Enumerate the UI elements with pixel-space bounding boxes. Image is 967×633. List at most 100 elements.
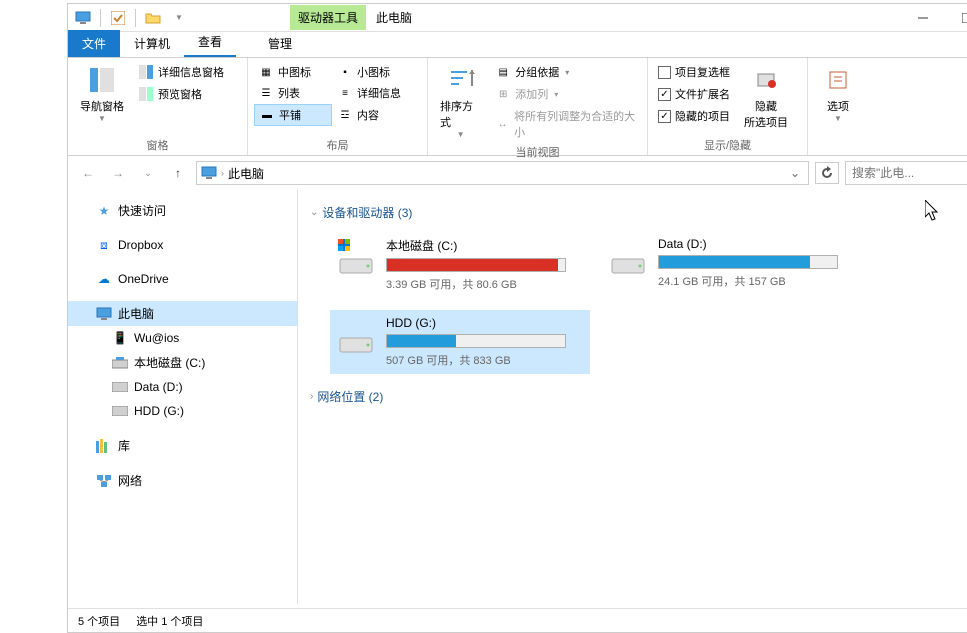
show-hide-group-label: 显示/隐藏 bbox=[654, 135, 801, 155]
medium-icons-icon: ▦ bbox=[258, 64, 274, 80]
drive-tile[interactable]: 本地磁盘 (C:) 3.39 GB 可用，共 80.6 GB bbox=[330, 231, 590, 298]
tab-file[interactable]: 文件 bbox=[68, 30, 120, 57]
hide-label: 隐藏隐藏所选项目所选项目 bbox=[744, 98, 788, 130]
drive-status: 3.39 GB 可用，共 80.6 GB bbox=[386, 276, 584, 292]
sidebar-dropbox[interactable]: ⧈Dropbox bbox=[68, 233, 297, 257]
sidebar-quick-access[interactable]: ★快速访问 bbox=[68, 198, 297, 223]
hidden-items-toggle[interactable]: ✓隐藏的项目 bbox=[654, 106, 734, 126]
search-field[interactable] bbox=[852, 166, 967, 180]
chevron-right-icon: › bbox=[310, 391, 313, 402]
details-icon: ≡ bbox=[337, 85, 353, 101]
network-section-label: 网络位置 (2) bbox=[317, 388, 383, 405]
options-icon bbox=[822, 64, 854, 96]
back-button[interactable]: ← bbox=[76, 161, 100, 185]
checkbox-icon bbox=[658, 66, 671, 79]
sidebar-data-d[interactable]: Data (D:) bbox=[68, 375, 297, 399]
detail-pane-icon bbox=[138, 64, 154, 80]
drive-icon bbox=[336, 237, 376, 277]
folder-qat-icon[interactable] bbox=[142, 7, 164, 29]
refresh-button[interactable] bbox=[815, 162, 839, 184]
content-area[interactable]: ⌄ 设备和驱动器 (3) 本地磁盘 (C:) 3.39 GB 可用，共 80.6… bbox=[298, 190, 967, 604]
add-columns-button[interactable]: ⊞添加列▾ bbox=[491, 84, 641, 104]
detail-pane-button[interactable]: 详细信息窗格 bbox=[134, 62, 228, 82]
file-extensions-toggle[interactable]: ✓文件扩展名 bbox=[654, 84, 734, 104]
forward-button[interactable]: → bbox=[106, 161, 130, 185]
sort-icon bbox=[445, 64, 477, 96]
drive-status: 507 GB 可用，共 833 GB bbox=[386, 352, 584, 368]
devices-section-header[interactable]: ⌄ 设备和驱动器 (3) bbox=[310, 200, 967, 225]
navigation-pane[interactable]: ★快速访问 ⧈Dropbox ☁OneDrive 此电脑 📱Wu@ios 本地磁… bbox=[68, 190, 298, 604]
pc-icon bbox=[201, 165, 217, 181]
network-section-header[interactable]: › 网络位置 (2) bbox=[310, 384, 967, 409]
breadcrumb-path[interactable]: 此电脑 bbox=[228, 165, 264, 182]
small-icons-icon: ▪ bbox=[337, 64, 353, 80]
drive-tile[interactable]: HDD (G:) 507 GB 可用，共 833 GB bbox=[330, 310, 590, 374]
sort-label: 排序方式 bbox=[440, 98, 481, 130]
sidebar-this-pc[interactable]: 此电脑 bbox=[68, 301, 297, 326]
sidebar-network[interactable]: 网络 bbox=[68, 468, 297, 493]
sort-button[interactable]: 排序方式 ▼ bbox=[434, 62, 487, 142]
layout-group-label: 布局 bbox=[254, 135, 421, 155]
breadcrumb-dropdown-icon[interactable]: ⌄ bbox=[786, 166, 804, 180]
sidebar-wu-ios[interactable]: 📱Wu@ios bbox=[68, 326, 297, 350]
onedrive-icon: ☁ bbox=[96, 271, 112, 287]
options-button[interactable]: 选项 ▼ bbox=[816, 62, 860, 139]
drive-usage-bar bbox=[386, 258, 566, 272]
drive-icon bbox=[112, 355, 128, 371]
tiles-icon: ▬ bbox=[259, 107, 275, 123]
chevron-down-icon: ⌄ bbox=[310, 207, 318, 218]
preview-pane-button[interactable]: 预览窗格 bbox=[134, 84, 228, 104]
content-icon: ☲ bbox=[337, 107, 353, 123]
maximize-button[interactable] bbox=[945, 4, 967, 32]
drive-name: HDD (G:) bbox=[386, 316, 584, 330]
tab-manage[interactable]: 管理 bbox=[254, 30, 306, 57]
status-selected-count: 选中 1 个项目 bbox=[136, 613, 203, 629]
checkbox-qat-icon[interactable] bbox=[107, 7, 129, 29]
drive-icon bbox=[336, 316, 376, 356]
layout-small-icons[interactable]: ▪小图标 bbox=[333, 62, 411, 82]
nav-pane-icon bbox=[86, 64, 118, 96]
sidebar-local-disk-c[interactable]: 本地磁盘 (C:) bbox=[68, 350, 297, 375]
devices-section-label: 设备和驱动器 (3) bbox=[322, 204, 412, 221]
drive-name: 本地磁盘 (C:) bbox=[386, 237, 584, 254]
drive-icon bbox=[608, 237, 648, 277]
device-icon: 📱 bbox=[112, 330, 128, 346]
pc-icon[interactable] bbox=[72, 7, 94, 29]
preview-pane-label: 预览窗格 bbox=[158, 86, 202, 102]
drive-tile[interactable]: Data (D:) 24.1 GB 可用，共 157 GB bbox=[602, 231, 862, 298]
tab-computer[interactable]: 计算机 bbox=[120, 30, 184, 57]
search-input[interactable]: 🔍 bbox=[845, 161, 967, 185]
layout-medium-icons[interactable]: ▦中图标 bbox=[254, 62, 332, 82]
sidebar-onedrive[interactable]: ☁OneDrive bbox=[68, 267, 297, 291]
star-icon: ★ bbox=[96, 203, 112, 219]
tab-view[interactable]: 查看 bbox=[184, 28, 236, 57]
network-icon bbox=[96, 473, 112, 489]
list-icon: ☰ bbox=[258, 85, 274, 101]
sidebar-hdd-g[interactable]: HDD (G:) bbox=[68, 399, 297, 423]
breadcrumb[interactable]: › 此电脑 ⌄ bbox=[196, 161, 809, 185]
item-checkboxes-toggle[interactable]: 项目复选框 bbox=[654, 62, 734, 82]
minimize-button[interactable] bbox=[901, 4, 945, 32]
current-view-group-label: 当前视图 bbox=[434, 142, 641, 162]
hide-selected-button[interactable]: 隐藏隐藏所选项目所选项目 bbox=[738, 62, 794, 135]
up-button[interactable]: ↑ bbox=[166, 161, 190, 185]
group-by-button[interactable]: ▤分组依据▾ bbox=[491, 62, 641, 82]
layout-tiles[interactable]: ▬平铺 bbox=[254, 104, 332, 126]
group-by-icon: ▤ bbox=[495, 64, 511, 80]
layout-list[interactable]: ☰列表 bbox=[254, 83, 332, 103]
layout-details[interactable]: ≡详细信息 bbox=[333, 83, 411, 103]
nav-pane-button[interactable]: 导航窗格 ▼ bbox=[74, 62, 130, 135]
qat-dropdown-icon[interactable]: ▼ bbox=[168, 7, 190, 29]
layout-content[interactable]: ☲内容 bbox=[333, 104, 411, 126]
fit-columns-icon: ↔ bbox=[495, 116, 510, 132]
checkbox-icon: ✓ bbox=[658, 110, 671, 123]
contextual-tab-label[interactable]: 驱动器工具 bbox=[290, 5, 366, 30]
recent-dropdown[interactable]: ⌄ bbox=[136, 161, 160, 185]
sidebar-libraries[interactable]: 库 bbox=[68, 433, 297, 458]
detail-pane-label: 详细信息窗格 bbox=[158, 64, 224, 80]
drive-icon bbox=[112, 403, 128, 419]
drive-status: 24.1 GB 可用，共 157 GB bbox=[658, 273, 856, 289]
window-title: 此电脑 bbox=[376, 9, 412, 26]
status-item-count: 5 个项目 bbox=[78, 613, 120, 629]
fit-columns-button[interactable]: ↔将所有列调整为合适的大小 bbox=[491, 106, 641, 142]
